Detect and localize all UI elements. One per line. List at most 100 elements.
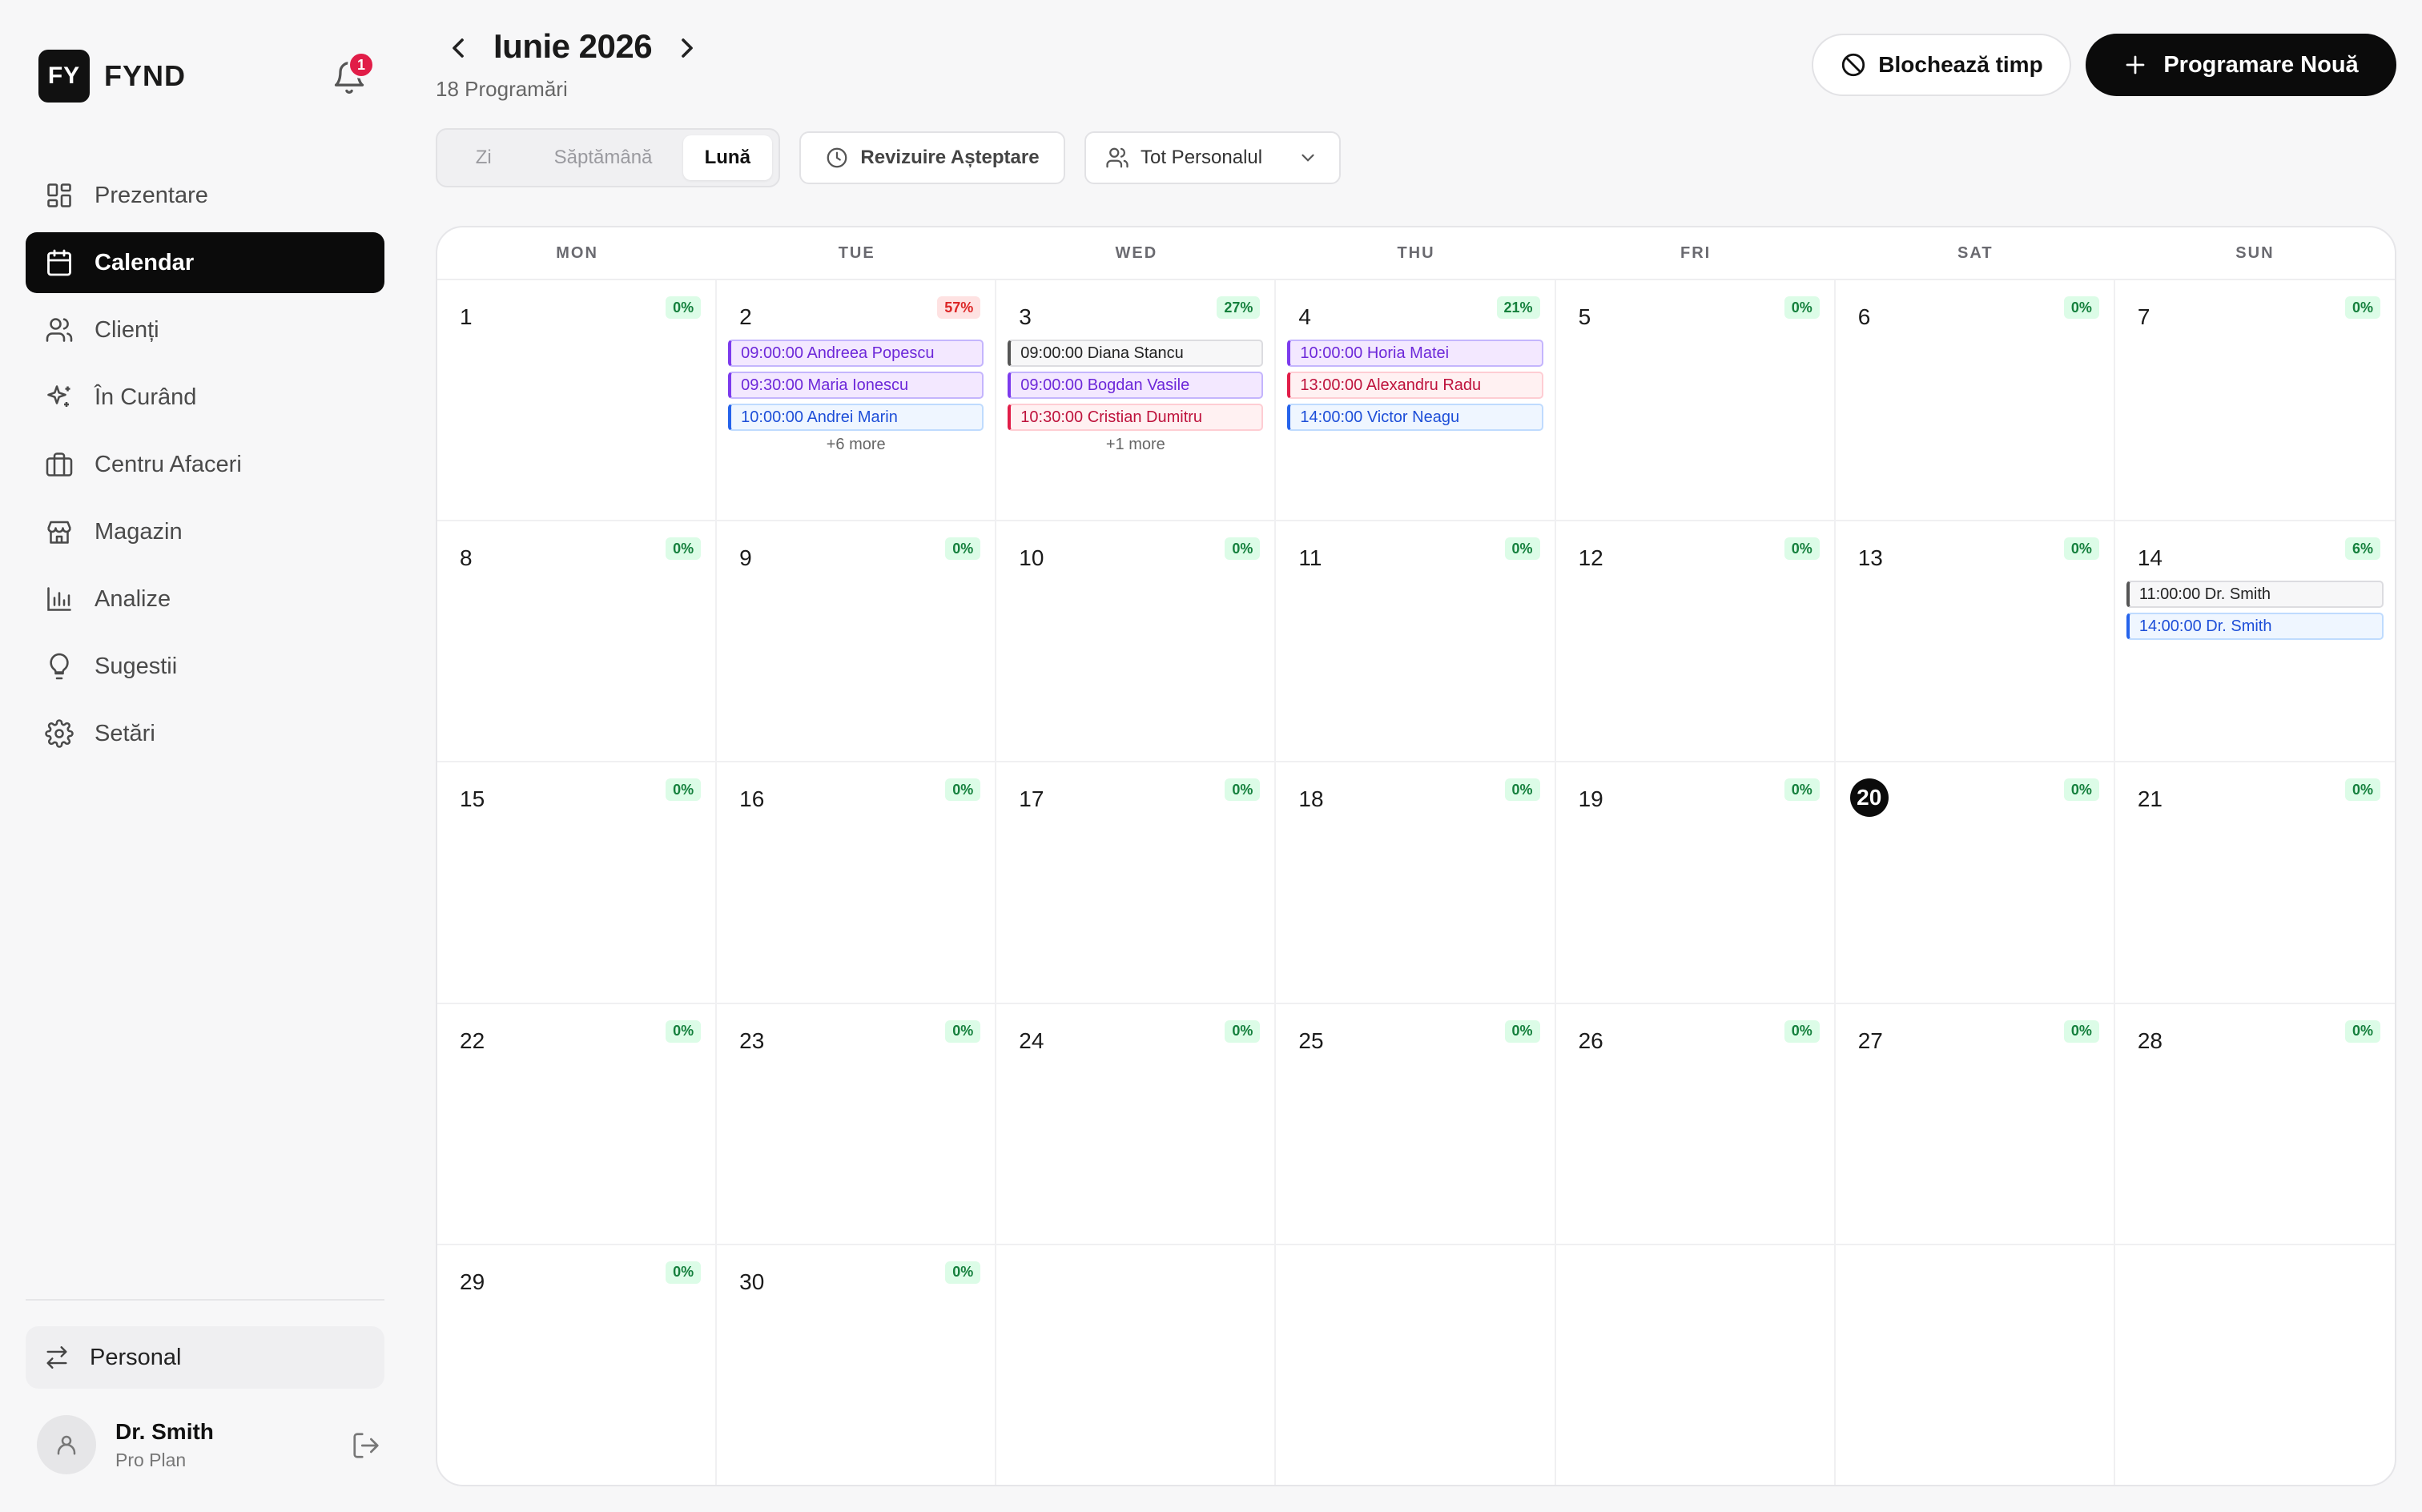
day-cell[interactable]: 10 0% <box>996 521 1277 763</box>
view-week-tab[interactable]: Săptămână <box>524 135 683 180</box>
day-cell[interactable]: 4 21% 10:00:00 Horia Matei 13:00:00 Alexand… <box>1276 280 1556 522</box>
nav-item-calendar[interactable]: Calendar <box>26 232 384 293</box>
day-cell[interactable]: 15 0% <box>437 762 718 1004</box>
next-month-button[interactable] <box>671 32 703 64</box>
appointment-chip[interactable]: 14:00:00 Victor Neagu <box>1287 404 1543 431</box>
nav-label: Magazin <box>95 518 183 545</box>
nav-item-magazin[interactable]: Magazin <box>26 501 384 562</box>
day-cell[interactable]: 17 0% <box>996 762 1277 1004</box>
staff-filter-value: Tot Personalul <box>1141 147 1263 168</box>
day-cell[interactable]: 24 0% <box>996 1003 1277 1245</box>
occupancy-badge: 6% <box>2344 537 2380 561</box>
nav-label: Analize <box>95 585 171 612</box>
day-cell[interactable]: 5 0% <box>1555 280 1836 522</box>
nav-item-prezentare[interactable]: Prezentare <box>26 165 384 226</box>
day-cell[interactable]: 6 0% <box>1835 280 2115 522</box>
day-cell[interactable]: 26 0% <box>1555 1003 1836 1245</box>
dashboard-icon <box>47 183 71 207</box>
nav-item-setari[interactable]: Setări <box>26 703 384 764</box>
appointment-chip[interactable]: 09:00:00 Bogdan Vasile <box>1008 372 1264 399</box>
day-cell[interactable]: 14 6% 11:00:00 Dr. Smith 14:00:00 Dr. Smith <box>2114 521 2395 763</box>
day-cell[interactable]: 9 0% <box>717 521 997 763</box>
occupancy-badge: 0% <box>945 778 981 802</box>
appointment-chip[interactable]: 09:30:00 Maria Ionescu <box>728 372 984 399</box>
review-waitlist-label: Revizuire Așteptare <box>860 147 1040 168</box>
day-cell[interactable]: 1 0% <box>437 280 718 522</box>
weekday-label: WED <box>1115 243 1158 262</box>
occupancy-badge: 0% <box>2344 296 2380 319</box>
nav-item-in-curand[interactable]: În Curând <box>26 367 384 428</box>
occupancy-badge: 0% <box>666 296 702 319</box>
day-number: 15 <box>460 786 485 812</box>
nav-label: Calendar <box>95 249 195 275</box>
day-number: 25 <box>1298 1027 1324 1053</box>
empty-day-cell <box>2114 1245 2395 1485</box>
appointment-chip[interactable]: 14:00:00 Dr. Smith <box>2126 613 2384 641</box>
switch-personal-button[interactable]: Personal <box>26 1326 384 1389</box>
new-appointment-button[interactable]: Programare Nouă <box>2086 34 2396 96</box>
review-waitlist-button[interactable]: Revizuire Așteptare <box>799 131 1065 184</box>
occupancy-badge: 0% <box>1225 537 1261 561</box>
staff-filter-select[interactable]: Tot Personalul <box>1084 131 1341 184</box>
occupancy-badge: 27% <box>1217 296 1261 319</box>
view-day-tab[interactable]: Zi <box>444 135 524 180</box>
previous-month-button[interactable] <box>442 32 474 64</box>
day-cell[interactable]: 13 0% <box>1835 521 2115 763</box>
day-cell[interactable]: 12 0% <box>1555 521 1836 763</box>
day-cell[interactable]: 16 0% <box>717 762 997 1004</box>
day-cell[interactable]: 30 0% <box>717 1245 997 1485</box>
appointment-chip[interactable]: 09:00:00 Diana Stancu <box>1008 340 1264 367</box>
day-cell[interactable]: 27 0% <box>1835 1003 2115 1245</box>
occupancy-badge: 57% <box>937 296 981 319</box>
more-appointments-link[interactable]: +1 more <box>1008 436 1263 454</box>
block-time-button[interactable]: Blochează timp <box>1812 34 2071 96</box>
appointment-chip[interactable]: 10:30:00 Cristian Dumitru <box>1008 404 1264 431</box>
brand-logo: FY <box>38 50 90 103</box>
day-cell[interactable]: 3 27% 09:00:00 Diana Stancu 09:00:00 Bogdan… <box>996 280 1277 522</box>
appointment-chip[interactable]: 10:00:00 Andrei Marin <box>728 404 984 431</box>
view-month-tab[interactable]: Lună <box>682 135 772 180</box>
empty-day-cell <box>1555 1245 1836 1485</box>
calendar-icon <box>47 249 71 276</box>
occupancy-badge: 0% <box>2063 778 2099 802</box>
nav-item-centru-afaceri[interactable]: Centru Afaceri <box>26 434 384 495</box>
day-cell[interactable]: 22 0% <box>437 1003 718 1245</box>
day-cell[interactable]: 19 0% <box>1555 762 1836 1004</box>
day-cell[interactable]: 25 0% <box>1276 1003 1556 1245</box>
logout-icon[interactable] <box>351 1430 381 1461</box>
day-cell[interactable]: 21 0% <box>2114 762 2395 1004</box>
day-cell[interactable]: 11 0% <box>1276 521 1556 763</box>
more-appointments-link[interactable]: +6 more <box>728 436 984 454</box>
appointment-chip[interactable]: 11:00:00 Dr. Smith <box>2126 581 2384 609</box>
appointment-chip[interactable]: 10:00:00 Horia Matei <box>1287 340 1543 367</box>
occupancy-badge: 0% <box>945 1261 981 1284</box>
brand[interactable]: FY FYND <box>38 50 186 103</box>
day-cell[interactable]: 23 0% <box>717 1003 997 1245</box>
day-cell[interactable]: 8 0% <box>437 521 718 763</box>
day-number: 4 <box>1298 304 1311 329</box>
day-cell[interactable]: 29 0% <box>437 1245 718 1485</box>
switch-arrows-icon <box>46 1346 67 1369</box>
appointment-chip[interactable]: 09:00:00 Andreea Popescu <box>728 340 984 367</box>
day-cell[interactable]: 28 0% <box>2114 1004 2395 1245</box>
notification-badge: 1 <box>348 51 375 78</box>
day-cell[interactable]: 7 0% <box>2114 280 2395 522</box>
user-profile[interactable]: Dr. Smith Pro Plan <box>37 1414 381 1475</box>
empty-day-cell <box>1835 1245 2115 1485</box>
occupancy-badge: 0% <box>666 537 702 561</box>
weekday-label: MON <box>556 243 598 262</box>
nav-item-clienti[interactable]: Clienți <box>26 300 384 360</box>
weekday-label: FRI <box>1680 243 1712 262</box>
users-icon <box>1106 147 1129 168</box>
day-cell[interactable]: 20 0% <box>1835 762 2115 1004</box>
day-cell[interactable]: 2 57% 09:00:00 Andreea Popescu 09:30:00 Mar… <box>717 280 997 522</box>
weekday-label: SUN <box>2235 243 2275 262</box>
occupancy-badge: 21% <box>1496 296 1540 319</box>
month-title: Iunie 2026 <box>493 27 653 65</box>
appointment-chip[interactable]: 13:00:00 Alexandru Radu <box>1287 372 1543 399</box>
gear-icon <box>45 719 74 748</box>
day-cell[interactable]: 18 0% <box>1276 762 1556 1004</box>
nav-item-analize[interactable]: Analize <box>26 569 384 629</box>
nav-item-sugestii[interactable]: Sugestii <box>26 636 384 697</box>
occupancy-badge: 0% <box>1784 1019 1820 1043</box>
